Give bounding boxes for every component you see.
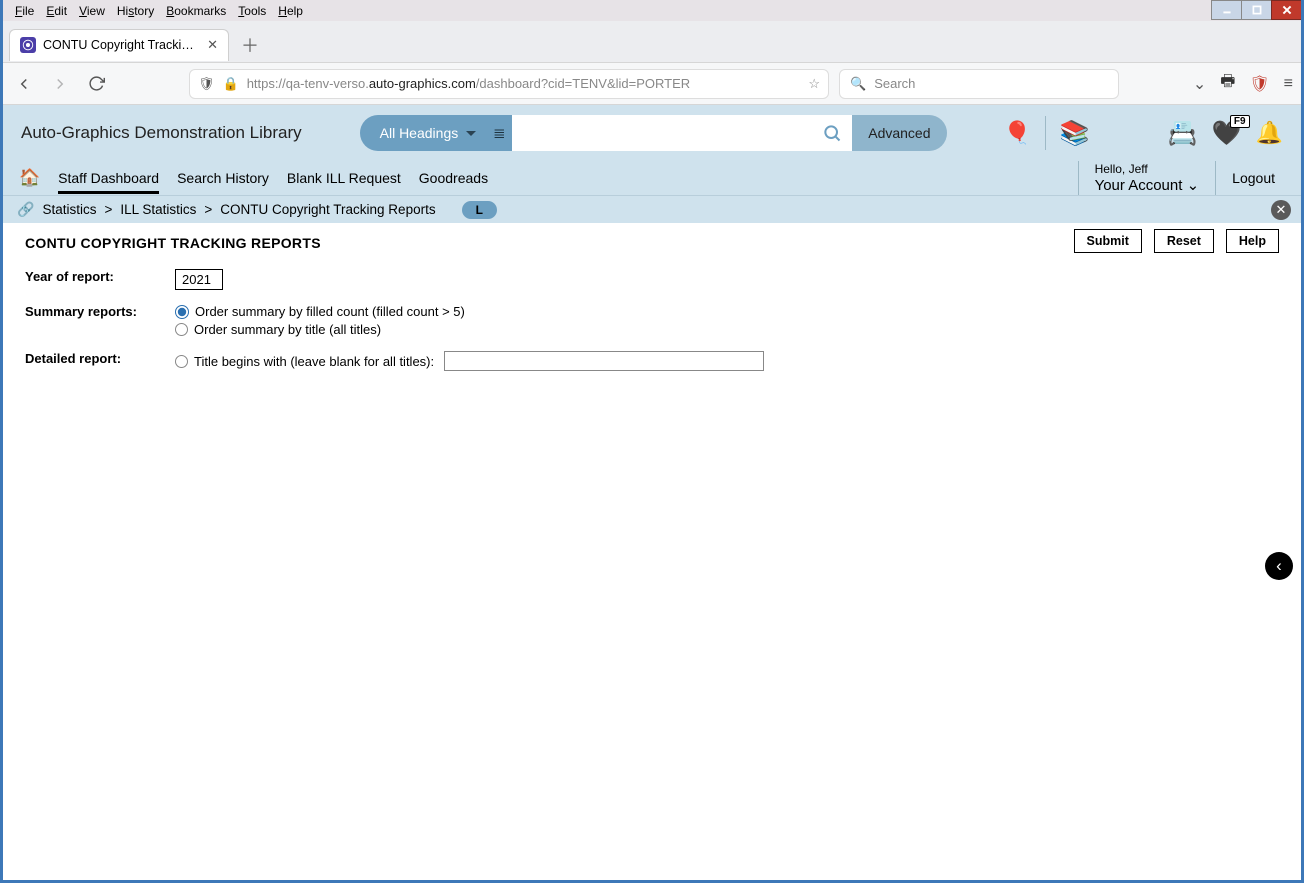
radio-by-title[interactable] bbox=[175, 323, 188, 336]
link-icon: 🔗 bbox=[17, 201, 34, 218]
nav-staff-dashboard[interactable]: Staff Dashboard bbox=[58, 170, 159, 186]
os-menubar: File Edit View History Bookmarks Tools H… bbox=[3, 0, 1301, 21]
app-nav: 🏠 Staff Dashboard Search History Blank I… bbox=[3, 161, 1301, 195]
balloon-icon[interactable]: 🎈 bbox=[1004, 120, 1031, 146]
print-icon[interactable]: 🖶 bbox=[1220, 70, 1235, 97]
shield-icon: 🛡 bbox=[198, 76, 215, 92]
summary-label: Summary reports: bbox=[25, 304, 175, 319]
breadcrumb-close-icon[interactable]: ✕ bbox=[1271, 200, 1291, 220]
breadcrumb: 🔗 Statistics > ILL Statistics > CONTU Co… bbox=[3, 195, 1301, 223]
browser-tab[interactable]: ⦿ CONTU Copyright Tracking Rep ✕ bbox=[9, 29, 229, 61]
page-content: CONTU COPYRIGHT TRACKING REPORTS Submit … bbox=[3, 223, 1301, 395]
crumb-chip[interactable]: L bbox=[462, 201, 497, 219]
year-input[interactable] bbox=[175, 269, 223, 290]
account-dropdown[interactable]: Hello, Jeff Your Account ⌄ bbox=[1095, 162, 1200, 194]
greeting-text: Hello, Jeff bbox=[1095, 162, 1200, 176]
help-button[interactable]: Help bbox=[1226, 229, 1279, 253]
radio-filled-count[interactable] bbox=[175, 305, 189, 319]
chevron-down-icon bbox=[466, 131, 476, 136]
url-text: https://qa-tenv-verso.auto-graphics.com/… bbox=[247, 76, 690, 91]
catalog-search-input[interactable] bbox=[512, 115, 812, 151]
search-category-dropdown[interactable]: All Headings bbox=[360, 115, 487, 151]
title-begins-input[interactable] bbox=[444, 351, 764, 371]
nav-blank-ill-request[interactable]: Blank ILL Request bbox=[287, 170, 401, 186]
detailed-label: Detailed report: bbox=[25, 351, 175, 366]
browser-tabstrip: ⦿ CONTU Copyright Tracking Rep ✕ ＋ bbox=[3, 21, 1301, 63]
menu-help[interactable]: Help bbox=[272, 2, 309, 20]
home-icon[interactable]: 🏠 bbox=[19, 168, 40, 188]
browser-search-field[interactable]: 🔍 Search bbox=[839, 69, 1119, 99]
nav-search-history[interactable]: Search History bbox=[177, 170, 269, 186]
reload-button[interactable] bbox=[83, 71, 109, 97]
favicon-icon: ⦿ bbox=[20, 37, 36, 53]
account-label: Your Account bbox=[1095, 177, 1183, 194]
browser-toolbar: 🛡 🔒 https://qa-tenv-verso.auto-graphics.… bbox=[3, 63, 1301, 105]
catalog-search: All Headings ≣ Advanced bbox=[360, 115, 947, 151]
menu-edit[interactable]: Edit bbox=[40, 2, 73, 20]
close-button[interactable] bbox=[1271, 0, 1301, 20]
tab-close-icon[interactable]: ✕ bbox=[207, 37, 218, 53]
catalog-search-button[interactable] bbox=[812, 115, 852, 151]
database-icon[interactable]: ≣ bbox=[486, 115, 512, 151]
lock-icon: 🔒 bbox=[223, 76, 239, 92]
chevron-down-icon: ⌄ bbox=[1187, 177, 1200, 194]
detailed-option-title-begins[interactable]: Title begins with (leave blank for all t… bbox=[175, 351, 764, 371]
crumb-statistics[interactable]: Statistics bbox=[42, 202, 96, 217]
nav-goodreads[interactable]: Goodreads bbox=[419, 170, 488, 186]
bookmark-star-icon[interactable]: ☆ bbox=[808, 76, 820, 92]
menu-history[interactable]: History bbox=[111, 2, 160, 20]
pocket-icon[interactable]: ⌄ bbox=[1193, 74, 1206, 94]
reset-button[interactable]: Reset bbox=[1154, 229, 1214, 253]
list-icon[interactable]: 📇 bbox=[1168, 119, 1198, 148]
forward-button[interactable] bbox=[47, 71, 73, 97]
year-label: Year of report: bbox=[25, 269, 175, 284]
url-field[interactable]: 🛡 🔒 https://qa-tenv-verso.auto-graphics.… bbox=[189, 69, 829, 99]
advanced-search-button[interactable]: Advanced bbox=[852, 115, 946, 151]
menu-bookmarks[interactable]: Bookmarks bbox=[160, 2, 232, 20]
extension-icon[interactable]: 🛡 bbox=[1249, 74, 1269, 94]
search-placeholder: Search bbox=[874, 76, 915, 91]
maximize-button[interactable] bbox=[1241, 0, 1271, 20]
category-label: All Headings bbox=[380, 125, 459, 141]
hamburger-menu-icon[interactable]: ≡ bbox=[1284, 75, 1293, 93]
bell-icon[interactable]: 🔔 bbox=[1256, 120, 1283, 146]
back-button[interactable] bbox=[11, 71, 37, 97]
app-header: Auto-Graphics Demonstration Library All … bbox=[3, 105, 1301, 161]
summary-option-title[interactable]: Order summary by title (all titles) bbox=[175, 322, 465, 337]
logout-link[interactable]: Logout bbox=[1232, 170, 1275, 186]
favorites-icon[interactable]: 🖤F9 bbox=[1212, 119, 1242, 148]
crumb-current: CONTU Copyright Tracking Reports bbox=[220, 202, 435, 217]
summary-option-filled[interactable]: Order summary by filled count (filled co… bbox=[175, 304, 465, 319]
library-title: Auto-Graphics Demonstration Library bbox=[21, 123, 302, 143]
collapse-panel-button[interactable]: ‹ bbox=[1265, 552, 1293, 580]
radio-title-begins[interactable] bbox=[175, 355, 188, 368]
crumb-ill-statistics[interactable]: ILL Statistics bbox=[120, 202, 196, 217]
minimize-button[interactable] bbox=[1211, 0, 1241, 20]
favorites-badge: F9 bbox=[1230, 115, 1250, 128]
tab-title: CONTU Copyright Tracking Rep bbox=[43, 38, 200, 52]
database-search-icon[interactable]: 📚 bbox=[1060, 119, 1090, 148]
search-icon: 🔍 bbox=[850, 76, 866, 92]
submit-button[interactable]: Submit bbox=[1074, 229, 1142, 253]
menu-tools[interactable]: Tools bbox=[232, 2, 272, 20]
menu-view[interactable]: View bbox=[73, 2, 111, 20]
menu-file[interactable]: File bbox=[9, 2, 40, 20]
new-tab-button[interactable]: ＋ bbox=[235, 30, 265, 60]
